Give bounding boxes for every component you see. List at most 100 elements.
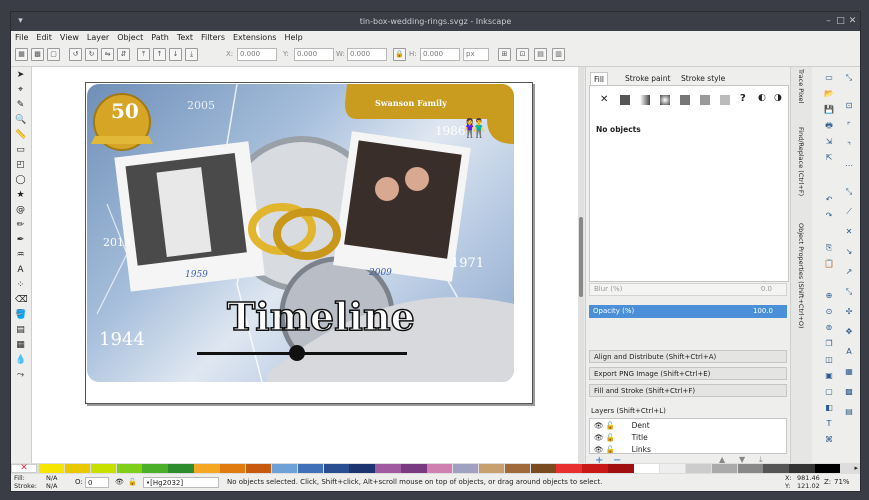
menu-filters[interactable]: Filters xyxy=(197,31,229,44)
snap-bbox-corner-icon[interactable]: ⌝ xyxy=(844,141,854,151)
pencil-tool-icon[interactable]: ✏ xyxy=(15,220,26,231)
lower-icon[interactable]: ↓ xyxy=(169,48,182,61)
mesh-tool-icon[interactable]: ▦ xyxy=(15,340,26,351)
flip-horizontal-icon[interactable]: ⇋ xyxy=(101,48,114,61)
zoom-selection-icon[interactable]: ⊕ xyxy=(824,291,834,301)
zoom-value[interactable]: 71% xyxy=(834,474,850,491)
layer-lock-icon[interactable]: 🔓 xyxy=(128,474,137,491)
stroke-indicator-value[interactable]: N/A xyxy=(46,478,58,491)
snap-midpoint-icon[interactable]: ⋯ xyxy=(844,161,854,171)
lock-icon[interactable]: 🔓 xyxy=(606,421,615,430)
tab-stroke-style[interactable]: Stroke style xyxy=(678,72,728,85)
color-swatch[interactable] xyxy=(401,464,427,473)
color-swatch[interactable] xyxy=(271,464,298,473)
y-field[interactable]: 0.000 xyxy=(294,48,334,61)
layer-row[interactable]: 👁 🔓 Title xyxy=(594,432,784,444)
snap-center-icon[interactable]: ✣ xyxy=(844,307,854,317)
color-swatch[interactable] xyxy=(90,464,117,473)
layer-row[interactable]: 👁 🔓 Dent xyxy=(594,420,784,432)
blur-slider[interactable]: Blur (%) 0.0 xyxy=(589,283,787,296)
palette-menu-icon[interactable]: ▸ xyxy=(854,464,858,472)
color-swatch[interactable] xyxy=(556,464,582,473)
menu-view[interactable]: View xyxy=(56,31,83,44)
redo-icon[interactable]: ↷ xyxy=(824,211,834,221)
pattern-icon[interactable] xyxy=(700,95,710,105)
swatch-icon[interactable] xyxy=(720,95,730,105)
artwork[interactable]: 50 Swanson Family 👫 1959 2009 1944 2013 … xyxy=(87,84,514,382)
zoom-page-icon[interactable]: ⊚ xyxy=(824,323,834,333)
node-tool-icon[interactable]: ⌖ xyxy=(15,85,26,96)
transform-patterns-icon[interactable]: ▥ xyxy=(552,48,565,61)
color-swatch[interactable] xyxy=(323,464,349,473)
lock-ratio-icon[interactable]: 🔒 xyxy=(393,48,406,61)
text-tool-icon[interactable]: A xyxy=(15,265,26,276)
menu-edit[interactable]: Edit xyxy=(32,31,56,44)
raise-to-top-icon[interactable]: ⤒ xyxy=(137,48,150,61)
rotate-ccw-icon[interactable]: ↺ xyxy=(69,48,82,61)
mesh-gradient-icon[interactable] xyxy=(680,95,690,105)
fill-stroke-dialog-icon[interactable]: ◧ xyxy=(824,403,834,413)
snap-bbox-edge-icon[interactable]: ⌜ xyxy=(844,121,854,131)
gradient-tool-icon[interactable]: ▤ xyxy=(15,325,26,336)
scale-corners-icon[interactable]: ⊡ xyxy=(516,48,529,61)
minimize-icon[interactable]: – xyxy=(823,16,834,27)
dock-section-align[interactable]: Align and Distribute (Shift+Ctrl+A) xyxy=(589,350,787,363)
spray-tool-icon[interactable]: ⁘ xyxy=(15,280,26,291)
select-all-layers-icon[interactable]: ▩ xyxy=(31,48,44,61)
snap-grid-icon[interactable]: ▩ xyxy=(844,387,854,397)
pen-tool-icon[interactable]: ✒ xyxy=(15,235,26,246)
bucket-tool-icon[interactable]: 🪣 xyxy=(15,310,26,321)
color-swatch[interactable] xyxy=(634,464,660,473)
menu-path[interactable]: Path xyxy=(147,31,173,44)
snap-intersection-icon[interactable]: ✕ xyxy=(844,227,854,237)
snap-rotation-center-icon[interactable]: ✥ xyxy=(844,327,854,337)
tab-fill[interactable]: Fill xyxy=(590,72,609,86)
import-icon[interactable]: ⇲ xyxy=(824,137,834,147)
menu-layer[interactable]: Layer xyxy=(83,31,113,44)
dropper-tool-icon[interactable]: 💧 xyxy=(15,355,26,366)
opacity-slider[interactable]: Opacity (%) 100.0 xyxy=(589,305,787,318)
eye-icon[interactable]: 👁 xyxy=(594,421,604,430)
spiral-tool-icon[interactable]: @ xyxy=(15,205,26,216)
color-swatch[interactable] xyxy=(504,464,531,473)
close-icon[interactable]: ✕ xyxy=(847,16,858,27)
paste-icon[interactable]: 📋 xyxy=(824,259,834,269)
clone-icon[interactable]: ◫ xyxy=(824,355,834,365)
snap-page-border-icon[interactable]: ▦ xyxy=(844,367,854,377)
transform-gradients-icon[interactable]: ▤ xyxy=(534,48,547,61)
eye-icon[interactable]: 👁 xyxy=(594,433,604,442)
color-swatch[interactable] xyxy=(659,464,686,473)
unset-paint-icon[interactable]: ? xyxy=(740,93,746,104)
color-swatch[interactable] xyxy=(478,464,505,473)
lock-icon[interactable]: 🔓 xyxy=(606,445,615,453)
rectangle-tool-icon[interactable]: ▭ xyxy=(15,145,26,156)
selector-tool-icon[interactable]: ➤ xyxy=(15,70,26,81)
color-swatch[interactable] xyxy=(297,464,324,473)
measure-tool-icon[interactable]: 📏 xyxy=(15,130,26,141)
snap-toggle-icon[interactable]: ⤡ xyxy=(844,73,854,83)
tab-stroke-paint[interactable]: Stroke paint xyxy=(622,72,673,85)
side-tab-object-properties[interactable]: Object Properties (Shift+Ctrl+O) xyxy=(795,223,807,343)
menu-help[interactable]: Help xyxy=(280,31,306,44)
color-swatch[interactable] xyxy=(685,464,712,473)
color-swatch[interactable] xyxy=(711,464,737,473)
menu-extensions[interactable]: Extensions xyxy=(229,31,280,44)
undo-icon[interactable]: ↶ xyxy=(824,195,834,205)
fill-rule-evenodd-icon[interactable]: ◐ xyxy=(758,93,766,103)
ellipse-tool-icon[interactable]: ◯ xyxy=(15,175,26,186)
rotate-cw-icon[interactable]: ↻ xyxy=(85,48,98,61)
lower-to-bottom-icon[interactable]: ⤓ xyxy=(185,48,198,61)
dock-section-export[interactable]: Export PNG Image (Shift+Ctrl+E) xyxy=(589,367,787,380)
star-tool-icon[interactable]: ★ xyxy=(15,190,26,201)
deselect-icon[interactable]: ▢ xyxy=(47,48,60,61)
eraser-tool-icon[interactable]: ⌫ xyxy=(15,295,28,306)
current-layer-select[interactable]: •[Hg2032] xyxy=(143,477,219,488)
w-field[interactable]: 0.000 xyxy=(347,48,387,61)
snap-nodes-icon[interactable]: ⤡ xyxy=(844,187,854,197)
side-tab-find-replace[interactable]: Find/Replace (Ctrl+F) xyxy=(795,127,807,217)
lock-icon[interactable]: 🔓 xyxy=(606,433,615,442)
menu-object[interactable]: Object xyxy=(113,31,147,44)
zoom-tool-icon[interactable]: 🔍 xyxy=(15,115,26,126)
print-icon[interactable]: 🖶 xyxy=(824,121,834,131)
zoom-drawing-icon[interactable]: ⊙ xyxy=(824,307,834,317)
